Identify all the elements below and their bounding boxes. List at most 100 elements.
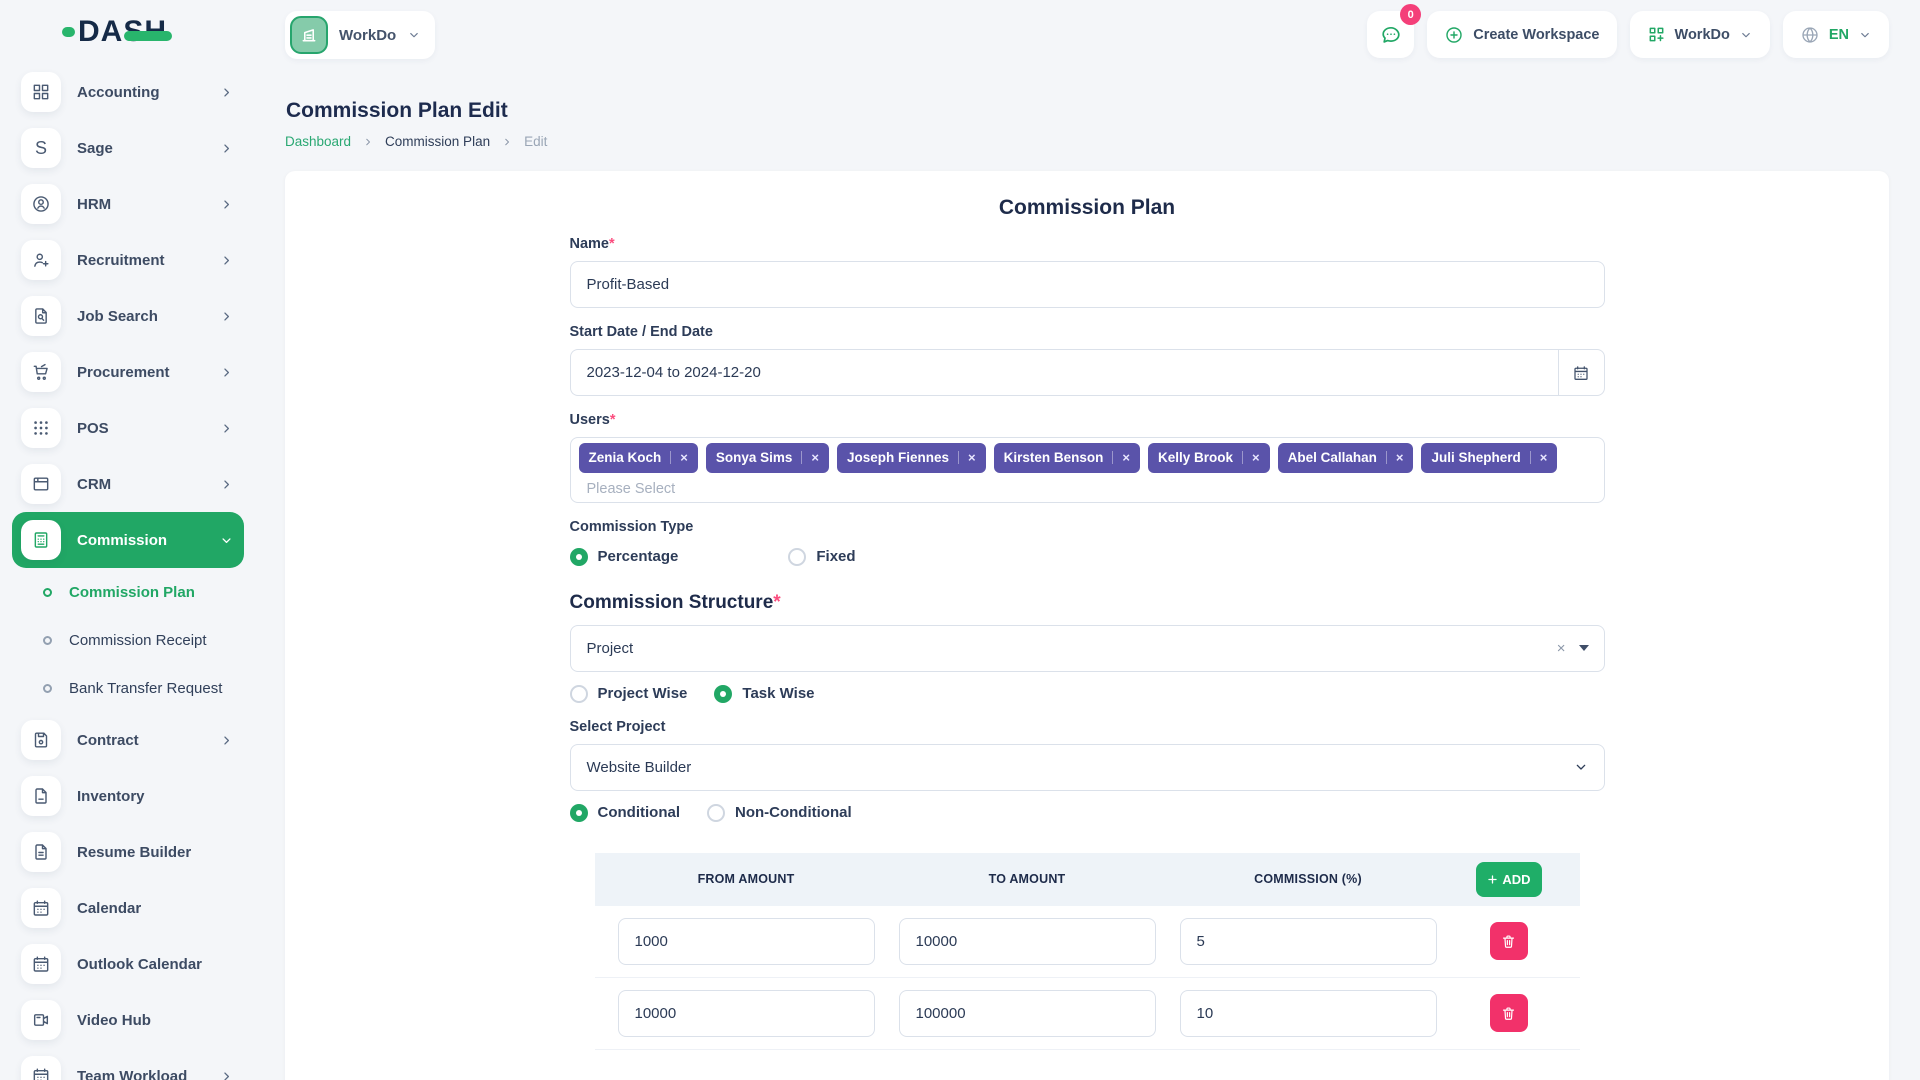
clear-selection-icon[interactable]: × [1557, 640, 1566, 657]
breadcrumb-item-dashboard[interactable]: Dashboard [285, 134, 351, 149]
user-tag-label: Kirsten Benson [1004, 451, 1104, 465]
workdo-menu-button[interactable]: WorkDo [1630, 11, 1770, 58]
sidebar-item-inventory[interactable]: Inventory [12, 768, 244, 824]
from-amount-input[interactable] [618, 918, 875, 965]
calculator-icon [31, 530, 51, 550]
sidebar-item-job-search[interactable]: Job Search [12, 288, 244, 344]
select-project-select[interactable]: Website Builder [570, 744, 1605, 791]
grid-plus-icon [1647, 25, 1666, 44]
user-tag: Sonya Sims× [706, 443, 829, 473]
users-multiselect[interactable]: Zenia Koch×Sonya Sims×Joseph Fiennes×Kir… [570, 437, 1605, 503]
from-amount-input[interactable] [618, 990, 875, 1037]
sidebar-icon-box [21, 720, 61, 760]
sidebar-item-sage[interactable]: SSage [12, 120, 244, 176]
radio-option-percentage[interactable]: Percentage [570, 548, 679, 566]
user-tag-label: Zenia Koch [589, 451, 662, 465]
messages-button[interactable]: 0 [1367, 11, 1414, 58]
user-tag-label: Juli Shepherd [1431, 451, 1520, 465]
workspace-switcher[interactable]: WorkDo [285, 11, 435, 59]
chevron-right-icon [219, 253, 234, 268]
sidebar-item-hrm[interactable]: HRM [12, 176, 244, 232]
user-tag-label: Abel Callahan [1288, 451, 1377, 465]
chevron-right-icon [219, 309, 234, 324]
submenu-bullet-icon [43, 684, 52, 693]
radio-option-project-wise[interactable]: Project Wise [570, 685, 688, 703]
required-asterisk: * [610, 412, 616, 428]
add-row-button[interactable]: ADD [1476, 862, 1542, 897]
radio-selected-icon[interactable] [714, 685, 732, 703]
delete-row-button[interactable] [1490, 922, 1528, 960]
file-lines-icon [31, 842, 51, 862]
radio-unselected-icon[interactable] [788, 548, 806, 566]
sidebar-subitem-bank-transfer-request[interactable]: Bank Transfer Request [12, 664, 244, 712]
to-amount-input[interactable] [899, 990, 1156, 1037]
remove-tag-icon[interactable]: × [1386, 451, 1404, 464]
radio-selected-icon[interactable] [570, 804, 588, 822]
remove-tag-icon[interactable]: × [1112, 451, 1130, 464]
radio-unselected-icon[interactable] [707, 804, 725, 822]
language-selector[interactable]: EN [1783, 11, 1889, 58]
calendar-icon [1572, 364, 1590, 382]
name-input[interactable] [570, 261, 1605, 308]
chevron-right-icon [219, 365, 234, 380]
sidebar-item-crm[interactable]: CRM [12, 456, 244, 512]
to-amount-input[interactable] [899, 918, 1156, 965]
radio-label: Percentage [598, 548, 679, 565]
sidebar-icon-box [21, 464, 61, 504]
sidebar-item-resume-builder[interactable]: Resume Builder [12, 824, 244, 880]
users-label: Users* [570, 412, 1605, 428]
dropdown-caret-icon [1579, 645, 1589, 651]
remove-tag-icon[interactable]: × [670, 451, 688, 464]
sidebar-item-procurement[interactable]: Procurement [12, 344, 244, 400]
document-search-icon [31, 306, 51, 326]
sidebar-item-video-hub[interactable]: Video Hub [12, 992, 244, 1048]
chevron-down-icon [219, 533, 234, 548]
commission-input[interactable] [1180, 918, 1437, 965]
chevron-down-icon [1739, 28, 1753, 42]
radio-option-task-wise[interactable]: Task Wise [714, 685, 814, 703]
commission-structure-select[interactable]: Project × [570, 625, 1605, 672]
sidebar-item-calendar[interactable]: Calendar [12, 880, 244, 936]
remove-tag-icon[interactable]: × [801, 451, 819, 464]
sidebar-item-label: Video Hub [77, 1012, 151, 1029]
sidebar-item-recruitment[interactable]: Recruitment [12, 232, 244, 288]
remove-tag-icon[interactable]: × [958, 451, 976, 464]
radio-option-conditional[interactable]: Conditional [570, 804, 681, 822]
sidebar-icon-box [21, 1056, 61, 1080]
sidebar-subitem-commission-plan[interactable]: Commission Plan [12, 568, 244, 616]
remove-tag-icon[interactable]: × [1242, 451, 1260, 464]
sidebar-subitem-commission-receipt[interactable]: Commission Receipt [12, 616, 244, 664]
chevron-right-icon [219, 85, 234, 100]
chevron-right-icon [219, 85, 234, 100]
sidebar-icon-box [21, 776, 61, 816]
users-placeholder: Please Select [587, 481, 676, 497]
date-range-input[interactable] [570, 349, 1558, 396]
add-row-label: ADD [1502, 872, 1530, 887]
app-logo[interactable]: DASH [0, 0, 270, 64]
create-workspace-button[interactable]: Create Workspace [1427, 11, 1616, 58]
calendar-icon [31, 1066, 51, 1080]
radio-unselected-icon[interactable] [570, 685, 588, 703]
chevron-right-icon [219, 477, 234, 492]
required-asterisk: * [773, 592, 780, 613]
topbar-actions: 0 Create Workspace WorkDo EN [1367, 11, 1889, 58]
sidebar-subitem-label: Bank Transfer Request [69, 680, 222, 697]
chevron-down-icon [1573, 759, 1589, 775]
chevron-down-icon [1858, 28, 1872, 42]
sidebar-item-commission[interactable]: Commission [12, 512, 244, 568]
sidebar-item-team-workload[interactable]: Team Workload [12, 1048, 244, 1080]
radio-option-fixed[interactable]: Fixed [788, 548, 855, 566]
sidebar-item-accounting[interactable]: Accounting [12, 64, 244, 120]
radio-selected-icon[interactable] [570, 548, 588, 566]
sidebar-item-outlook-calendar[interactable]: Outlook Calendar [12, 936, 244, 992]
sidebar-item-label: HRM [77, 196, 111, 213]
sidebar-item-pos[interactable]: POS [12, 400, 244, 456]
remove-tag-icon[interactable]: × [1530, 451, 1548, 464]
sidebar-item-contract[interactable]: Contract [12, 712, 244, 768]
radio-option-non-conditional[interactable]: Non-Conditional [707, 804, 852, 822]
commission-input[interactable] [1180, 990, 1437, 1037]
form-card: Commission Plan Name* Start Date / End D… [285, 171, 1889, 1080]
delete-row-button[interactable] [1490, 994, 1528, 1032]
chevron-right-icon [219, 477, 234, 492]
calendar-button[interactable] [1558, 349, 1605, 396]
